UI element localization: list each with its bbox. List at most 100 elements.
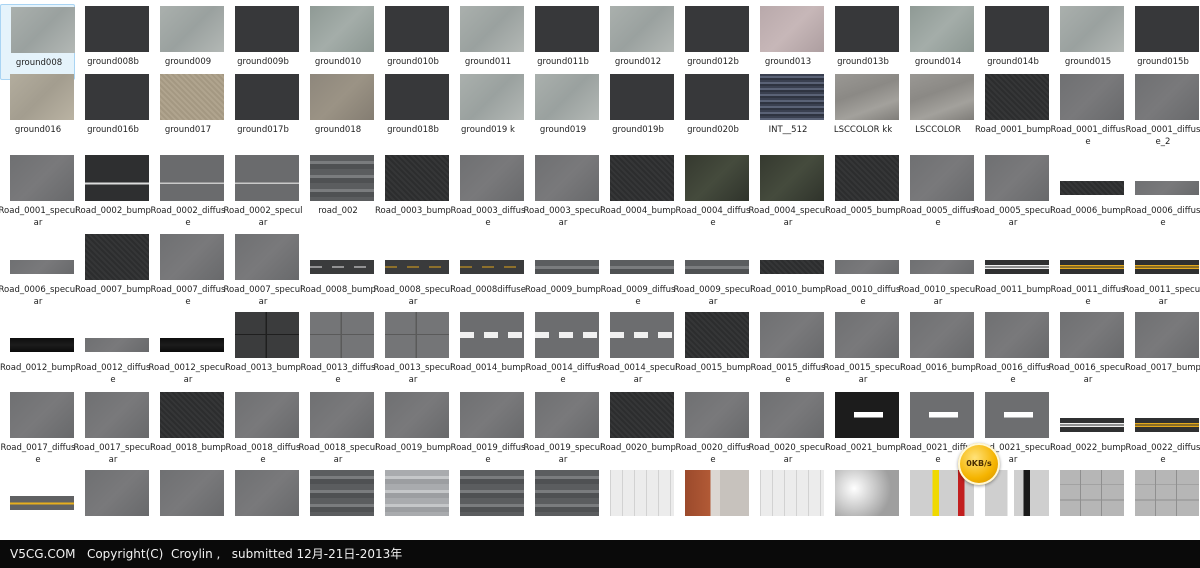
texture-thumbnail[interactable] xyxy=(10,74,74,120)
texture-thumbnail[interactable] xyxy=(310,312,374,358)
texture-thumbnail[interactable] xyxy=(685,260,749,274)
file-item[interactable]: Road_0010_bump xyxy=(750,232,826,308)
file-item[interactable]: Road_0010_specular xyxy=(899,232,977,308)
file-item[interactable]: ground009 xyxy=(150,4,225,80)
texture-thumbnail[interactable] xyxy=(1060,312,1124,358)
texture-thumbnail[interactable] xyxy=(385,74,449,120)
texture-thumbnail[interactable] xyxy=(835,470,899,516)
file-item[interactable] xyxy=(375,468,450,540)
file-item[interactable]: Road_0019_bump xyxy=(375,390,451,466)
texture-thumbnail[interactable] xyxy=(160,155,224,201)
file-item[interactable]: Road_0011_diffuse xyxy=(1050,232,1125,308)
file-item[interactable]: Road_0016_diffuse xyxy=(975,310,1050,386)
texture-thumbnail[interactable] xyxy=(385,155,449,201)
file-item[interactable]: ground011 xyxy=(450,4,525,80)
file-item[interactable]: Road_0020_specular xyxy=(749,390,827,466)
file-item[interactable] xyxy=(75,468,150,540)
texture-thumbnail[interactable] xyxy=(985,6,1049,52)
file-item[interactable]: Road_0019_specular xyxy=(524,390,602,466)
file-item[interactable]: ground014b xyxy=(975,4,1050,80)
texture-thumbnail[interactable] xyxy=(985,260,1049,274)
file-item[interactable]: Road_0004_bump xyxy=(600,153,676,229)
texture-thumbnail[interactable] xyxy=(160,470,224,516)
file-item[interactable]: Road_0007_bump xyxy=(75,232,151,308)
texture-thumbnail[interactable] xyxy=(610,155,674,201)
texture-thumbnail[interactable] xyxy=(160,74,224,120)
texture-thumbnail[interactable] xyxy=(985,392,1049,438)
texture-thumbnail[interactable] xyxy=(310,392,374,438)
texture-thumbnail[interactable] xyxy=(10,338,74,352)
texture-thumbnail[interactable] xyxy=(610,6,674,52)
texture-thumbnail[interactable] xyxy=(310,6,374,52)
texture-thumbnail[interactable] xyxy=(685,470,749,516)
file-item[interactable] xyxy=(225,468,300,540)
texture-thumbnail[interactable] xyxy=(160,6,224,52)
texture-thumbnail[interactable] xyxy=(535,312,599,358)
texture-thumbnail[interactable] xyxy=(85,74,149,120)
file-item[interactable]: Road_0002_specular xyxy=(224,153,302,229)
texture-thumbnail[interactable] xyxy=(835,312,899,358)
texture-thumbnail[interactable] xyxy=(11,7,75,53)
file-item[interactable]: ground009b xyxy=(225,4,300,80)
file-item[interactable]: Road_0016_specular xyxy=(1049,310,1127,386)
texture-thumbnail[interactable] xyxy=(10,260,74,274)
file-item[interactable]: LSCCOLOR kk xyxy=(825,72,900,148)
texture-thumbnail[interactable] xyxy=(10,392,74,438)
file-item[interactable]: Road_0006_diffuse xyxy=(1125,153,1200,229)
file-item[interactable]: Road_0001_bump xyxy=(975,72,1051,148)
texture-thumbnail[interactable] xyxy=(760,260,824,274)
file-item[interactable]: Road_0020_diffuse xyxy=(675,390,750,466)
file-item[interactable]: Road_0006_specular xyxy=(0,232,77,308)
file-item[interactable]: Road_0015_bump xyxy=(675,310,751,386)
texture-thumbnail[interactable] xyxy=(910,74,974,120)
texture-thumbnail[interactable] xyxy=(85,470,149,516)
texture-thumbnail[interactable] xyxy=(835,392,899,438)
file-item[interactable]: Road_0004_specular xyxy=(749,153,827,229)
texture-thumbnail[interactable] xyxy=(835,6,899,52)
texture-thumbnail[interactable] xyxy=(985,74,1049,120)
file-item[interactable] xyxy=(825,468,900,540)
file-item[interactable]: Road_0017_bump xyxy=(1125,310,1200,386)
file-item[interactable]: ground016 xyxy=(0,72,75,148)
texture-thumbnail[interactable] xyxy=(910,312,974,358)
texture-thumbnail[interactable] xyxy=(1135,260,1199,274)
file-item[interactable]: ground015 xyxy=(1050,4,1125,80)
texture-thumbnail[interactable] xyxy=(1060,74,1124,120)
texture-thumbnail[interactable] xyxy=(85,392,149,438)
file-item[interactable]: Road_0008diffuse xyxy=(450,232,526,308)
texture-thumbnail[interactable] xyxy=(685,155,749,201)
texture-thumbnail[interactable] xyxy=(760,470,824,516)
file-item[interactable]: INT__512 xyxy=(750,72,825,148)
file-item[interactable]: ground018 xyxy=(300,72,375,148)
file-item[interactable]: Road_0007_diffuse xyxy=(150,232,225,308)
file-item[interactable]: Road_0010_diffuse xyxy=(825,232,900,308)
file-item[interactable]: Road_0018_bump xyxy=(150,390,226,466)
file-item[interactable]: ground013b xyxy=(825,4,900,80)
file-item[interactable]: ground017 xyxy=(150,72,225,148)
texture-thumbnail[interactable] xyxy=(460,74,524,120)
texture-thumbnail[interactable] xyxy=(85,6,149,52)
texture-thumbnail[interactable] xyxy=(760,74,824,120)
texture-thumbnail[interactable] xyxy=(685,392,749,438)
file-item[interactable]: ground010 xyxy=(300,4,375,80)
file-item[interactable]: ground019 k xyxy=(450,72,525,148)
texture-thumbnail[interactable] xyxy=(460,155,524,201)
texture-thumbnail[interactable] xyxy=(685,6,749,52)
texture-thumbnail[interactable] xyxy=(1060,418,1124,432)
texture-thumbnail[interactable] xyxy=(1060,181,1124,195)
texture-thumbnail[interactable] xyxy=(610,470,674,516)
file-item[interactable]: Road_0001_diffuse xyxy=(1050,72,1125,148)
file-item[interactable]: ground019b xyxy=(600,72,675,148)
texture-thumbnail[interactable] xyxy=(535,470,599,516)
texture-thumbnail[interactable] xyxy=(85,234,149,280)
texture-thumbnail[interactable] xyxy=(760,6,824,52)
file-item[interactable]: Road_0002_diffuse xyxy=(150,153,225,229)
file-item[interactable]: ground013 xyxy=(750,4,825,80)
texture-thumbnail[interactable] xyxy=(535,74,599,120)
texture-thumbnail[interactable] xyxy=(985,312,1049,358)
texture-thumbnail[interactable] xyxy=(310,74,374,120)
texture-thumbnail[interactable] xyxy=(610,74,674,120)
file-item[interactable]: ground010b xyxy=(375,4,450,80)
texture-thumbnail[interactable] xyxy=(235,470,299,516)
file-item[interactable]: LSCCOLOR xyxy=(900,72,975,148)
